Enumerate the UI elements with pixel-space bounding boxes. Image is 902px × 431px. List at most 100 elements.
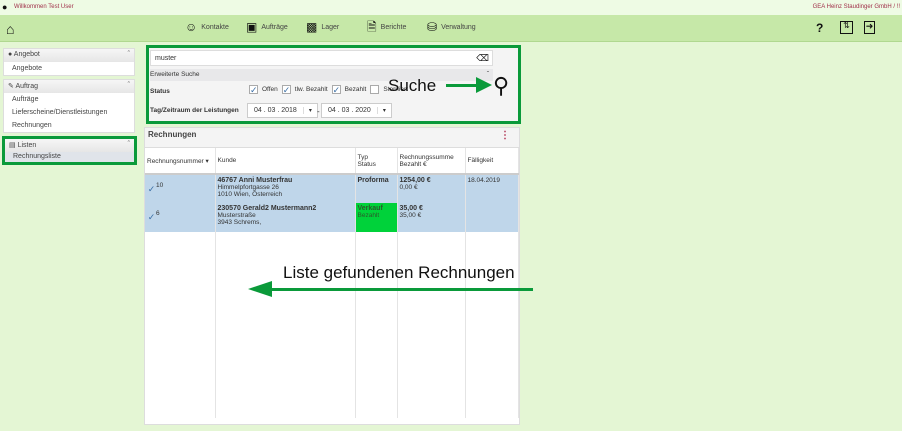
- arrow-head: [248, 281, 272, 297]
- status-label: Status: [150, 88, 170, 95]
- date-value: 04 . 03 . 2018: [248, 107, 303, 114]
- invoice-table: Rechnungsnummer ▾ Kunde TypStatus Rechnu…: [145, 148, 519, 418]
- help-button[interactable]: ?: [816, 21, 823, 35]
- top-bar: ● Willkommen Test User GEA Heinz Staudin…: [0, 0, 902, 15]
- col-kunde[interactable]: Kunde: [215, 148, 355, 174]
- table-title: Rechnungen: [148, 130, 196, 139]
- nav-label: Verwaltung: [441, 24, 476, 31]
- due-date: 18.04.2019: [465, 174, 519, 203]
- checkbox-offen[interactable]: ✓: [249, 85, 258, 94]
- annotation-search: Suche: [388, 76, 436, 96]
- list-icon: ▤: [9, 142, 16, 149]
- nav-kontakte[interactable]: ☺ Kontakte: [185, 21, 229, 33]
- invoice-sum: 1254,00 €: [400, 177, 463, 184]
- check-icon[interactable]: ✓: [147, 213, 156, 222]
- speech-icon: ●: [8, 51, 12, 58]
- annotation-list: Liste gefundenen Rechnungen: [283, 263, 515, 283]
- arrow-head: [476, 77, 492, 93]
- collapse-icon[interactable]: ˆ: [128, 82, 130, 91]
- checkbox-storniert[interactable]: [370, 85, 379, 94]
- collapse-icon[interactable]: ˆ: [128, 51, 130, 60]
- dropdown-icon[interactable]: ▾: [377, 107, 391, 114]
- table-row[interactable]: ✓6 230570 Gerald2 Mustermann2Musterstraß…: [145, 203, 519, 232]
- nav-label: Berichte: [381, 24, 407, 31]
- sidebar-title: Angebot: [14, 51, 40, 58]
- invoice-status: Bezahlt: [358, 212, 395, 219]
- welcome-text: Willkommen Test User: [14, 4, 74, 10]
- sidebar-item-auftraege[interactable]: Aufträge: [4, 93, 134, 106]
- settings-icon[interactable]: ⇅: [840, 21, 853, 34]
- col-typ-status[interactable]: TypStatus: [355, 148, 397, 174]
- sidebar-angebot: ● Angebot ˆ Angebote: [3, 48, 135, 76]
- nav-verwaltung[interactable]: ⛁ Verwaltung: [427, 21, 476, 33]
- customer-city: 3943 Schrems,: [218, 219, 353, 226]
- search-value: muster: [155, 55, 176, 62]
- customer-city: 1010 Wien, Österreich: [218, 191, 353, 198]
- reports-icon: 🗎: [367, 21, 377, 33]
- invoice-type: Proforma: [358, 177, 395, 184]
- company-text: GEA Heinz Staudinger GmbH / !!: [813, 4, 900, 10]
- dropdown-icon[interactable]: ▾: [303, 107, 317, 114]
- table-row[interactable]: ✓10 46767 Anni MusterfrauHimmelpfortgass…: [145, 174, 519, 203]
- nav-lager[interactable]: ▩ Lager: [306, 21, 339, 33]
- sidebar-item-lieferscheine[interactable]: Lieferscheine/Dienstleistungen: [4, 106, 134, 119]
- invoice-paid: 35,00 €: [400, 212, 463, 219]
- checkbox-label: Offen: [262, 86, 278, 93]
- sidebar-header[interactable]: ▤ Listen ˆ: [5, 139, 134, 152]
- panel-title: Rechnungen ⋮: [145, 128, 519, 148]
- col-faelligkeit[interactable]: Fälligkeit: [465, 148, 519, 174]
- nav-auftraege[interactable]: ▣ Aufträge: [246, 21, 288, 33]
- orders-icon: ▣: [246, 21, 257, 33]
- checkbox-label: Bezahlt: [345, 86, 367, 93]
- invoice-number: 10: [156, 182, 163, 189]
- user-icon: ●: [2, 2, 7, 12]
- main-nav: ⌂ ☺ Kontakte ▣ Aufträge ▩ Lager 🗎 Berichte ⛁…: [0, 15, 902, 42]
- collapse-icon[interactable]: ˆ: [128, 141, 130, 150]
- sidebar-title: Listen: [18, 142, 37, 149]
- date-separator: -: [317, 107, 320, 116]
- col-rechnungsnummer[interactable]: Rechnungsnummer ▾: [145, 148, 215, 174]
- nav-label: Kontakte: [201, 24, 229, 31]
- date-to[interactable]: 04 . 03 . 2020▾: [321, 103, 392, 118]
- customer-street: Himmelpfortgasse 26: [218, 184, 353, 191]
- sidebar-item-rechnungen[interactable]: Rechnungen: [4, 119, 134, 132]
- home-icon[interactable]: ⌂: [6, 22, 14, 36]
- table-header: Rechnungsnummer ▾ Kunde TypStatus Rechnu…: [145, 148, 519, 174]
- contacts-icon: ☺: [185, 21, 197, 33]
- col-summe[interactable]: RechnungssummeBezahlt €: [397, 148, 465, 174]
- date-from[interactable]: 04 . 03 . 2018▾: [247, 103, 318, 118]
- date-value: 04 . 03 . 2020: [322, 107, 377, 114]
- arrow-line: [268, 288, 533, 291]
- check-icon[interactable]: ✓: [147, 185, 156, 194]
- order-icon: ✎: [8, 83, 14, 90]
- sidebar-item-angebote[interactable]: Angebote: [4, 62, 134, 75]
- customer-name: 46767 Anni Musterfrau: [218, 177, 353, 184]
- status-filters: ✓Offen ✓tlw. Bezahlt ✓Bezahlt Storniert: [249, 85, 408, 94]
- sidebar-listen: ▤ Listen ˆ Rechnungsliste: [2, 136, 137, 165]
- menu-icon[interactable]: ⋮: [500, 130, 510, 141]
- sidebar-item-rechnungsliste[interactable]: Rechnungsliste: [5, 152, 134, 162]
- invoice-number: 6: [156, 210, 160, 217]
- admin-icon: ⛁: [427, 21, 437, 33]
- checkbox-bezahlt[interactable]: ✓: [332, 85, 341, 94]
- warehouse-icon: ▩: [306, 21, 317, 33]
- search-input[interactable]: muster ⌫: [150, 50, 493, 66]
- clear-icon[interactable]: ⌫: [476, 53, 489, 64]
- customer-street: Musterstraße: [218, 212, 353, 219]
- nav-berichte[interactable]: 🗎 Berichte: [367, 21, 406, 33]
- advanced-label: Erweiterte Suche: [150, 71, 200, 78]
- checkbox-label: tlw. Bezahlt: [295, 86, 328, 93]
- sidebar-header[interactable]: ✎ Auftragˆ: [4, 80, 134, 93]
- sidebar-header[interactable]: ● Angebot ˆ: [4, 49, 134, 62]
- period-label: Tag/Zeitraum der Leistungen: [150, 107, 239, 114]
- nav-label: Lager: [321, 24, 339, 31]
- invoice-paid: 0,00 €: [400, 184, 463, 191]
- invoice-sum: 35,00 €: [400, 205, 463, 212]
- customer-name: 230570 Gerald2 Mustermann2: [218, 205, 353, 212]
- invoice-type: Verkauf: [358, 205, 395, 212]
- nav-label: Aufträge: [261, 24, 287, 31]
- search-icon[interactable]: ⚲: [493, 73, 509, 99]
- advanced-search-header[interactable]: Erweiterte Sucheˆ: [150, 69, 493, 81]
- checkbox-tlw-bezahlt[interactable]: ✓: [282, 85, 291, 94]
- logout-icon[interactable]: ➜: [864, 21, 875, 34]
